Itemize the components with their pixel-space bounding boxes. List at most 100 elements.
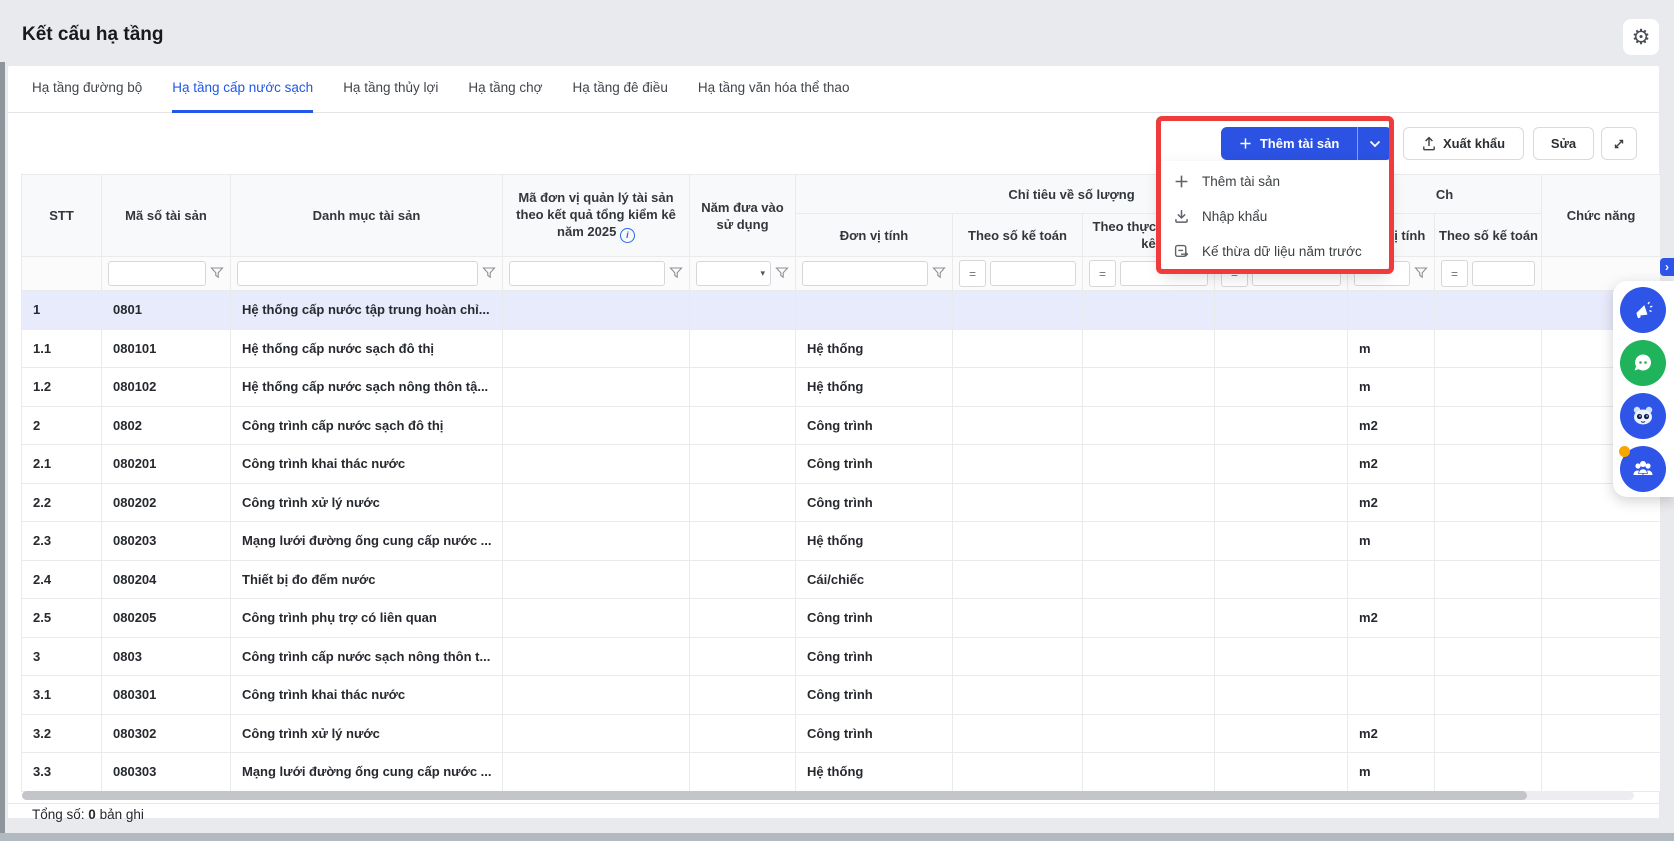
table-row[interactable]: 2.4 080204 Thiết bị đo đếm nước Cái/chiếc — [21, 559, 1662, 599]
cell-unit2[interactable] — [1347, 559, 1436, 599]
cell-asset-code[interactable]: 080101 — [101, 328, 231, 368]
cell-stt[interactable]: 2 — [21, 405, 102, 445]
cell-asset-code[interactable]: 080203 — [101, 521, 231, 561]
cell-mgmt-unit[interactable] — [502, 328, 690, 368]
col-unit[interactable]: Đơn vị tính — [795, 213, 953, 257]
cell-stt[interactable]: 2.5 — [21, 598, 102, 638]
cell-year[interactable] — [689, 328, 796, 368]
table-row[interactable]: 2.5 080205 Công trình phụ trợ có liên quan… — [21, 598, 1662, 638]
cell-by-accounting2[interactable] — [1434, 559, 1543, 599]
cell-asset-code[interactable]: 080302 — [101, 713, 231, 753]
cell-asset-category[interactable]: Công trình xử lý nước — [230, 482, 503, 522]
cell-unit2[interactable]: m — [1347, 328, 1436, 368]
menu-item-nhap-khau[interactable]: Nhập khẩu — [1161, 199, 1389, 234]
cell-unit[interactable]: Công trình — [795, 675, 953, 715]
cell-year[interactable] — [689, 521, 796, 561]
cell-by-accounting[interactable] — [952, 367, 1083, 407]
cell-mgmt-unit[interactable] — [502, 367, 690, 407]
cell-by-inventory[interactable] — [1082, 713, 1215, 753]
cell-stt[interactable]: 3 — [21, 636, 102, 676]
cell-extra[interactable] — [1213, 713, 1349, 753]
cell-by-accounting[interactable] — [952, 675, 1083, 715]
cell-asset-code[interactable]: 080201 — [101, 444, 231, 484]
col-actions[interactable]: Chức năng — [1541, 174, 1662, 257]
cell-asset-category[interactable]: Công trình cấp nước sạch đô thị — [230, 405, 503, 445]
col-mgmt-unit-code[interactable]: Mã đơn vị quản lý tài sản theo kết quả t… — [502, 174, 690, 257]
col-by-accounting[interactable]: Theo số kế toán — [952, 213, 1083, 257]
cell-asset-category[interactable]: Mạng lưới đường ống cung cấp nước ... — [230, 752, 503, 792]
cell-by-accounting2[interactable] — [1434, 521, 1543, 561]
cell-by-accounting2[interactable] — [1434, 328, 1543, 368]
cell-year[interactable] — [689, 675, 796, 715]
col-stt[interactable]: STT — [21, 174, 102, 257]
settings-button[interactable]: ⚙ — [1623, 19, 1659, 55]
cell-by-accounting2[interactable] — [1434, 482, 1543, 522]
cell-stt[interactable]: 3.3 — [21, 752, 102, 792]
cell-year[interactable] — [689, 290, 796, 330]
cell-unit[interactable]: Công trình — [795, 405, 953, 445]
cell-by-inventory[interactable] — [1082, 598, 1215, 638]
cell-year[interactable] — [689, 482, 796, 522]
table-row[interactable]: 2.2 080202 Công trình xử lý nước Công trình… — [21, 482, 1662, 522]
cell-year[interactable] — [689, 405, 796, 445]
info-icon[interactable]: i — [619, 227, 635, 243]
cell-mgmt-unit[interactable] — [502, 713, 690, 753]
table-row[interactable]: 1 0801 Hệ thống cấp nước tập trung hoàn ch… — [21, 290, 1662, 330]
cell-by-accounting[interactable] — [952, 482, 1083, 522]
cell-asset-category[interactable]: Hệ thống cấp nước sạch nông thôn tậ... — [230, 367, 503, 407]
cell-actions[interactable] — [1541, 752, 1662, 792]
equals-operator[interactable]: = — [1441, 260, 1469, 287]
year-filter-select[interactable]: ▾ — [696, 261, 771, 286]
tab-ha-tang-van-hoa-the-thao[interactable]: Hạ tầng văn hóa thể thao — [698, 66, 850, 113]
cell-extra[interactable] — [1213, 521, 1349, 561]
menu-item-ke-thua-du-lieu[interactable]: Kế thừa dữ liệu năm trước — [1161, 234, 1389, 269]
cell-by-accounting[interactable] — [952, 636, 1083, 676]
export-button[interactable]: Xuất khẩu — [1403, 127, 1524, 160]
cell-unit2[interactable]: m — [1347, 521, 1436, 561]
cell-by-inventory[interactable] — [1082, 752, 1215, 792]
cell-by-accounting[interactable] — [952, 328, 1083, 368]
cell-by-accounting[interactable] — [952, 752, 1083, 792]
assistant-bot-fab[interactable] — [1620, 393, 1666, 439]
cell-by-accounting[interactable] — [952, 290, 1083, 330]
cell-unit[interactable]: Công trình — [795, 444, 953, 484]
col-asset-category[interactable]: Danh mục tài sản — [230, 174, 503, 257]
tab-ha-tang-cap-nuoc-sach[interactable]: Hạ tầng cấp nước sạch — [172, 66, 314, 113]
cell-extra[interactable] — [1213, 482, 1349, 522]
horizontal-scrollbar-thumb[interactable] — [22, 791, 1527, 800]
cell-stt[interactable]: 2.1 — [21, 444, 102, 484]
cell-unit2[interactable]: m2 — [1347, 444, 1436, 484]
cell-stt[interactable]: 2.4 — [21, 559, 102, 599]
cell-mgmt-unit[interactable] — [502, 521, 690, 561]
cell-by-accounting[interactable] — [952, 521, 1083, 561]
cell-by-accounting2[interactable] — [1434, 675, 1543, 715]
cell-asset-code[interactable]: 080102 — [101, 367, 231, 407]
cell-asset-code[interactable]: 080205 — [101, 598, 231, 638]
cell-unit[interactable]: Cái/chiếc — [795, 559, 953, 599]
cell-by-accounting2[interactable] — [1434, 752, 1543, 792]
cell-stt[interactable]: 3.1 — [21, 675, 102, 715]
cell-by-accounting[interactable] — [952, 598, 1083, 638]
tab-ha-tang-cho[interactable]: Hạ tầng chợ — [468, 66, 542, 113]
cell-mgmt-unit[interactable] — [502, 598, 690, 638]
add-asset-button[interactable]: Thêm tài sản — [1221, 127, 1357, 160]
cell-year[interactable] — [689, 713, 796, 753]
by-accounting2-filter-input[interactable] — [1472, 261, 1536, 286]
cell-actions[interactable] — [1541, 675, 1662, 715]
equals-operator[interactable]: = — [1089, 260, 1116, 287]
cell-unit[interactable]: Hệ thống — [795, 752, 953, 792]
cell-asset-category[interactable]: Mạng lưới đường ống cung cấp nước ... — [230, 521, 503, 561]
cell-unit[interactable]: Công trình — [795, 482, 953, 522]
cell-actions[interactable] — [1541, 713, 1662, 753]
cell-extra[interactable] — [1213, 328, 1349, 368]
cell-unit2[interactable]: m — [1347, 367, 1436, 407]
cell-by-accounting2[interactable] — [1434, 444, 1543, 484]
cell-asset-code[interactable]: 080202 — [101, 482, 231, 522]
cell-year[interactable] — [689, 636, 796, 676]
cell-by-accounting2[interactable] — [1434, 405, 1543, 445]
cell-year[interactable] — [689, 367, 796, 407]
cell-unit2[interactable] — [1347, 675, 1436, 715]
cell-stt[interactable]: 1.1 — [21, 328, 102, 368]
by-accounting-filter-input[interactable] — [990, 261, 1076, 286]
cell-stt[interactable]: 2.3 — [21, 521, 102, 561]
